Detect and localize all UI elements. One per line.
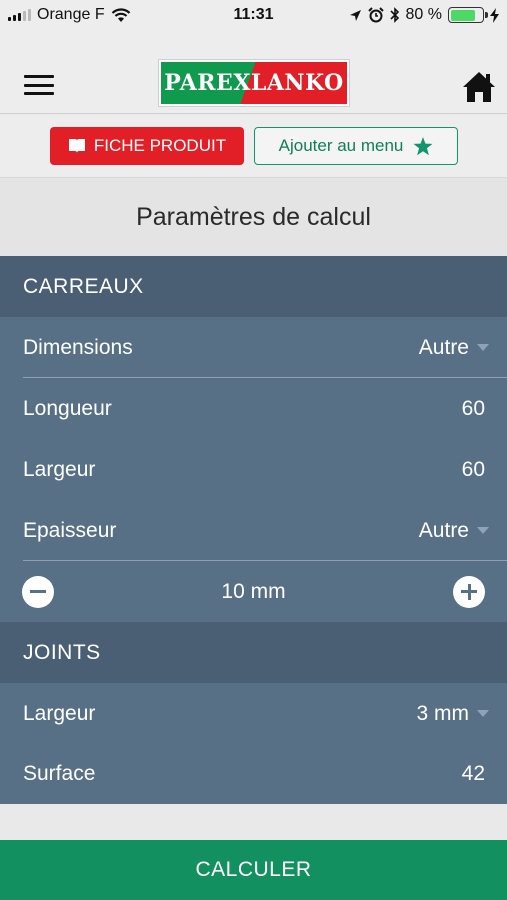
- add-to-menu-label: Ajouter au menu: [278, 136, 404, 155]
- dimensions-label: Dimensions: [23, 335, 133, 359]
- chevron-down-icon: [477, 710, 489, 717]
- largeur-carreaux-value[interactable]: 60: [462, 458, 485, 482]
- epaisseur-row[interactable]: Epaisseur Autre: [0, 500, 507, 561]
- title-area: Paramètres de calcul: [0, 178, 507, 256]
- calculate-button[interactable]: CALCULER: [0, 840, 507, 900]
- epaisseur-label: Epaisseur: [23, 518, 117, 542]
- status-bar: Orange F 11:31 80 %: [0, 0, 507, 30]
- section-header-carreaux: CARREAUX: [0, 256, 507, 317]
- largeur-joints-value: 3 mm: [416, 701, 470, 725]
- battery-percent: 80 %: [405, 6, 442, 23]
- minus-icon[interactable]: [22, 575, 54, 608]
- charging-icon: [490, 7, 499, 23]
- surface-value[interactable]: 42: [462, 762, 485, 786]
- chevron-down-icon: [477, 527, 489, 534]
- brand-logo-text: PAREXLANKO: [161, 62, 347, 104]
- page-title: Paramètres de calcul: [136, 202, 371, 231]
- surface-row: Surface 42: [0, 743, 507, 804]
- hamburger-icon[interactable]: [24, 75, 54, 95]
- action-row: FICHE PRODUIT Ajouter au menu: [0, 114, 507, 178]
- status-right: 80 %: [349, 0, 499, 30]
- brand-logo: PAREXLANKO: [158, 59, 350, 107]
- thickness-stepper: 10 mm: [0, 561, 507, 622]
- longueur-value[interactable]: 60: [462, 397, 485, 421]
- battery-icon: [448, 7, 488, 23]
- fiche-produit-button[interactable]: FICHE PRODUIT: [50, 127, 244, 165]
- bluetooth-icon: [389, 7, 399, 23]
- book-icon: [68, 139, 85, 153]
- bottom-spacer: [0, 804, 507, 840]
- alarm-icon: [367, 7, 384, 23]
- section-header-joints: JOINTS: [0, 622, 507, 683]
- fiche-produit-label: FICHE PRODUIT: [93, 136, 227, 155]
- surface-label: Surface: [23, 761, 96, 785]
- dimensions-value: Autre: [418, 335, 469, 359]
- home-icon[interactable]: [462, 70, 496, 104]
- add-to-menu-button[interactable]: Ajouter au menu: [254, 127, 458, 165]
- battery-fill: [450, 9, 476, 21]
- longueur-label: Longueur: [23, 396, 112, 420]
- largeur-joints-row[interactable]: Largeur 3 mm: [0, 683, 507, 744]
- largeur-carreaux-label: Largeur: [23, 457, 96, 481]
- epaisseur-value: Autre: [418, 518, 469, 542]
- largeur-joints-label: Largeur: [23, 701, 96, 725]
- dimensions-select[interactable]: Autre: [418, 335, 489, 360]
- plus-icon[interactable]: [453, 575, 485, 608]
- star-icon: [413, 136, 433, 155]
- largeur-joints-select[interactable]: 3 mm: [416, 701, 489, 726]
- chevron-down-icon: [477, 344, 489, 351]
- stepper-value: 10 mm: [221, 579, 286, 603]
- nav-bar: PAREXLANKO: [0, 30, 507, 114]
- epaisseur-select[interactable]: Autre: [418, 518, 489, 543]
- dimensions-row[interactable]: Dimensions Autre: [0, 317, 507, 378]
- longueur-row: Longueur 60: [0, 378, 507, 439]
- largeur-carreaux-row: Largeur 60: [0, 439, 507, 500]
- location-icon: [349, 9, 361, 21]
